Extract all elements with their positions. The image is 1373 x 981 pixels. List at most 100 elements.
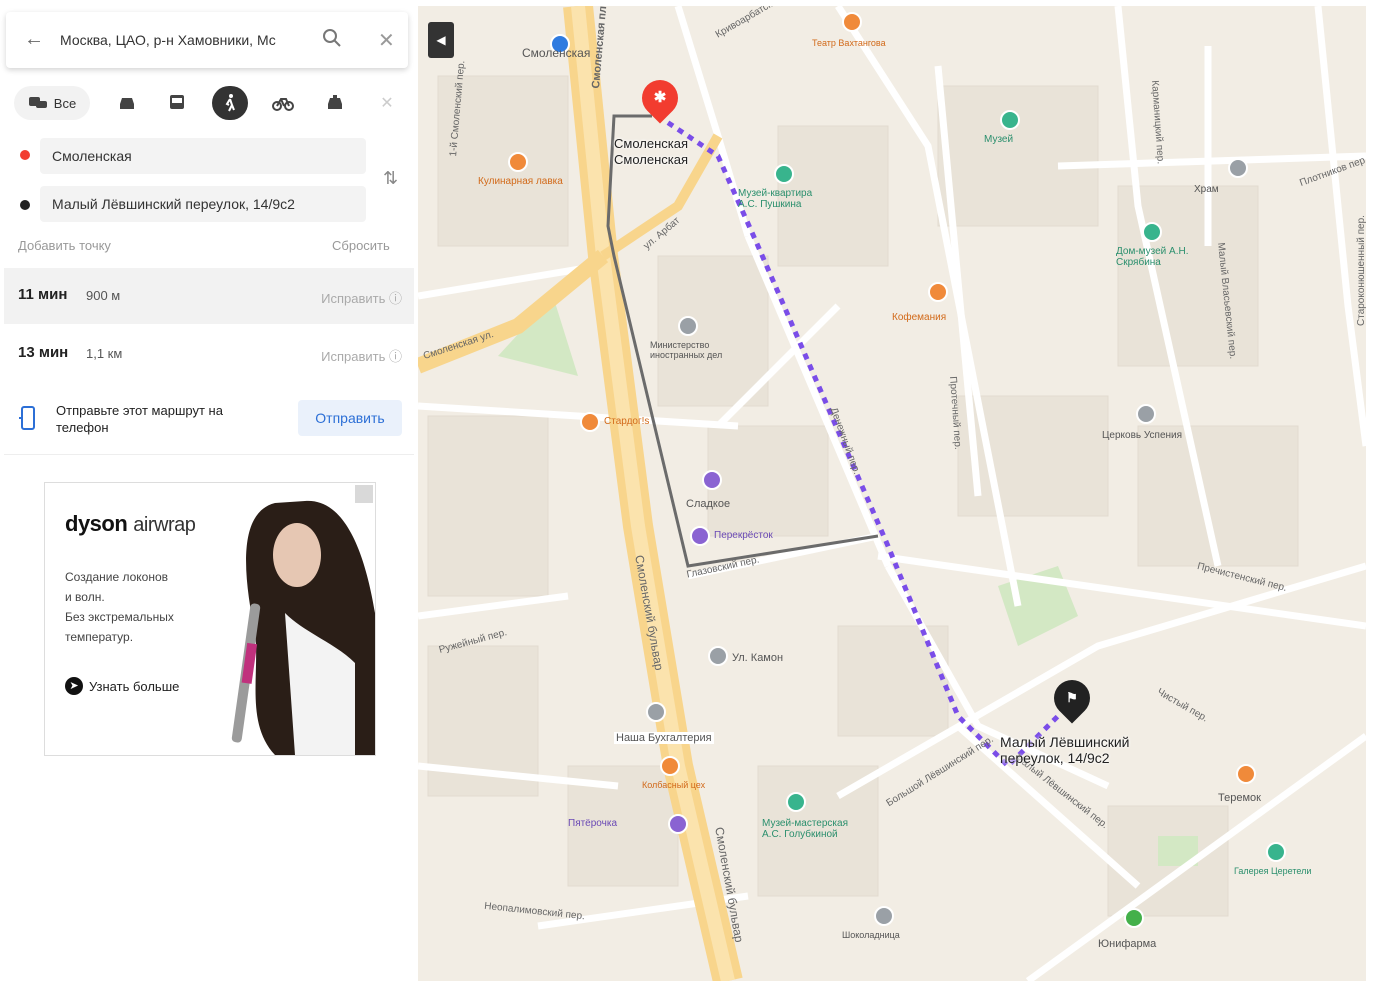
poi-label: Кулинарная лавка: [478, 176, 563, 187]
poi-label: Сладкое: [686, 498, 731, 510]
poi-label: Смоленская: [522, 46, 591, 60]
cafe-icon[interactable]: [928, 282, 948, 302]
museum-icon[interactable]: [774, 164, 794, 184]
poi-label: Музей: [984, 134, 1014, 145]
fix-route-link[interactable]: Исправить ⓘ: [321, 288, 402, 307]
museum-icon[interactable]: [1000, 110, 1020, 130]
route-time: 13 мин: [18, 344, 69, 361]
poi-label: Дом-музей А.Н. Скрябина: [1116, 246, 1189, 268]
all-transport-icon: [28, 97, 47, 108]
mode-bike-button[interactable]: [268, 86, 298, 120]
place-icon[interactable]: [708, 646, 728, 666]
route-distance: 1,1 км: [86, 346, 123, 361]
food-icon[interactable]: [580, 412, 600, 432]
poi-label: Музей-мастерская А.С. Голубкиной: [762, 818, 848, 840]
poi-label: Юнифарма: [1098, 938, 1157, 950]
pharmacy-icon[interactable]: [1124, 908, 1144, 928]
end-label: Малый Лёвшинский переулок, 14/9с2: [1000, 734, 1130, 766]
map-canvas: [418, 6, 1366, 981]
museum-icon[interactable]: [1142, 222, 1162, 242]
map-area[interactable]: ◀ Смоленская пл. Смоленская ул. ул. Арба…: [418, 6, 1366, 981]
poi-label: Колбасный цех: [642, 780, 706, 790]
poi-label: Театр Вахтангова: [812, 38, 886, 48]
search-icon[interactable]: [322, 28, 342, 48]
mode-car-button[interactable]: [112, 86, 142, 120]
arrow-right-icon: ➤: [65, 677, 83, 695]
poi-label: Шоколадница: [842, 930, 900, 940]
gallery-icon[interactable]: [1266, 842, 1286, 862]
route-distance: 900 м: [86, 288, 121, 303]
ad-description: Создание локонов и волн. Без экстремальн…: [65, 570, 174, 644]
mode-walk-button[interactable]: [212, 86, 248, 120]
street-label: Староконюшенный пер.: [1356, 215, 1366, 326]
car-icon: [120, 98, 134, 109]
start-pin-icon[interactable]: ✱: [634, 72, 686, 124]
ad-more-link[interactable]: ➤ Узнать больше: [65, 677, 179, 695]
bus-icon: [170, 95, 184, 109]
send-text: Отправьте этот маршрут на телефон: [56, 403, 223, 435]
place-icon[interactable]: [646, 702, 666, 722]
reset-link[interactable]: Сбросить: [332, 238, 390, 253]
church-icon[interactable]: [1228, 158, 1248, 178]
poi-label: Галерея Церетели: [1234, 866, 1312, 876]
poi-label: Теремок: [1218, 792, 1261, 804]
fix-route-link[interactable]: Исправить ⓘ: [321, 346, 402, 365]
mode-taxi-button[interactable]: [320, 86, 350, 120]
building-icon[interactable]: [678, 316, 698, 336]
start-point-icon: [20, 150, 30, 160]
poi-label: Перекрёсток: [714, 530, 773, 541]
search-input[interactable]: Москва, ЦАО, р-н Хамовники, Мс: [60, 32, 310, 48]
mode-all-button[interactable]: Все: [14, 86, 90, 120]
end-pin-icon[interactable]: ⚑: [1046, 672, 1098, 724]
end-point-icon: [20, 200, 30, 210]
poi-label: Кофемания: [892, 312, 947, 323]
search-bar: ← Москва, ЦАО, р-н Хамовники, Мс ✕: [6, 12, 408, 68]
route-time: 11 мин: [18, 286, 68, 303]
pedestrian-icon: [225, 94, 235, 112]
route-panel: ← Москва, ЦАО, р-н Хамовники, Мс ✕ Все ✕…: [0, 0, 418, 981]
ad-close-icon[interactable]: [355, 485, 373, 503]
phone-icon: [19, 406, 35, 430]
flag-icon: ⚑: [1066, 690, 1078, 705]
transport-modes: Все ✕: [10, 84, 410, 124]
poi-label: Храм: [1194, 184, 1219, 195]
to-field[interactable]: Малый Лёвшинский переулок, 14/9с2: [40, 186, 366, 222]
ad-model-image: [231, 500, 375, 755]
poi-label: Ул. Камон: [732, 652, 784, 664]
mode-transit-button[interactable]: [162, 86, 192, 120]
food-icon[interactable]: [508, 152, 528, 172]
close-icon[interactable]: ✕: [378, 28, 395, 53]
advertisement-banner[interactable]: dyson airwrap Создание локонов и волн. Бе…: [44, 482, 376, 756]
scooter-icon[interactable]: ✕: [372, 86, 402, 120]
cafe-icon[interactable]: [874, 906, 894, 926]
museum-icon[interactable]: [786, 792, 806, 812]
church-icon[interactable]: [1136, 404, 1156, 424]
food-icon[interactable]: [660, 756, 680, 776]
taxi-icon: [328, 95, 342, 109]
poi-label: Стардог!s: [604, 416, 650, 427]
route-option-1[interactable]: 11 мин 900 м Исправить ⓘ: [4, 268, 414, 324]
mode-all-label: Все: [53, 95, 77, 111]
pedestrian-icon: ✱: [653, 89, 667, 106]
ad-brand: dyson airwrap: [65, 511, 196, 536]
poi-label: Музей-квартира А.С. Пушкина: [738, 188, 813, 210]
send-button[interactable]: Отправить: [298, 400, 402, 436]
bicycle-icon: [272, 98, 294, 111]
swap-icon[interactable]: ⇅: [383, 168, 398, 189]
start-label: Смоленская Смоленская: [614, 136, 689, 167]
poi-label: Пятёрочка: [568, 818, 618, 829]
from-field[interactable]: Смоленская: [40, 138, 366, 174]
poi-label: Церковь Успения: [1102, 430, 1183, 441]
theatre-icon[interactable]: [842, 12, 862, 32]
chevron-left-icon: ◀: [436, 33, 446, 47]
back-arrow-icon[interactable]: ←: [24, 28, 44, 51]
collapse-panel-button[interactable]: ◀: [428, 22, 454, 58]
route-option-2[interactable]: 13 мин 1,1 км Исправить ⓘ: [4, 326, 414, 382]
shop-icon[interactable]: [702, 470, 722, 490]
poi-label: Министерство иностранных дел: [650, 340, 723, 360]
supermarket-icon[interactable]: [668, 814, 688, 834]
food-icon[interactable]: [1236, 764, 1256, 784]
send-to-phone: Отправьте этот маршрут на телефон Отправ…: [4, 386, 414, 455]
add-point-link[interactable]: Добавить точку: [18, 238, 111, 253]
supermarket-icon[interactable]: [690, 526, 710, 546]
